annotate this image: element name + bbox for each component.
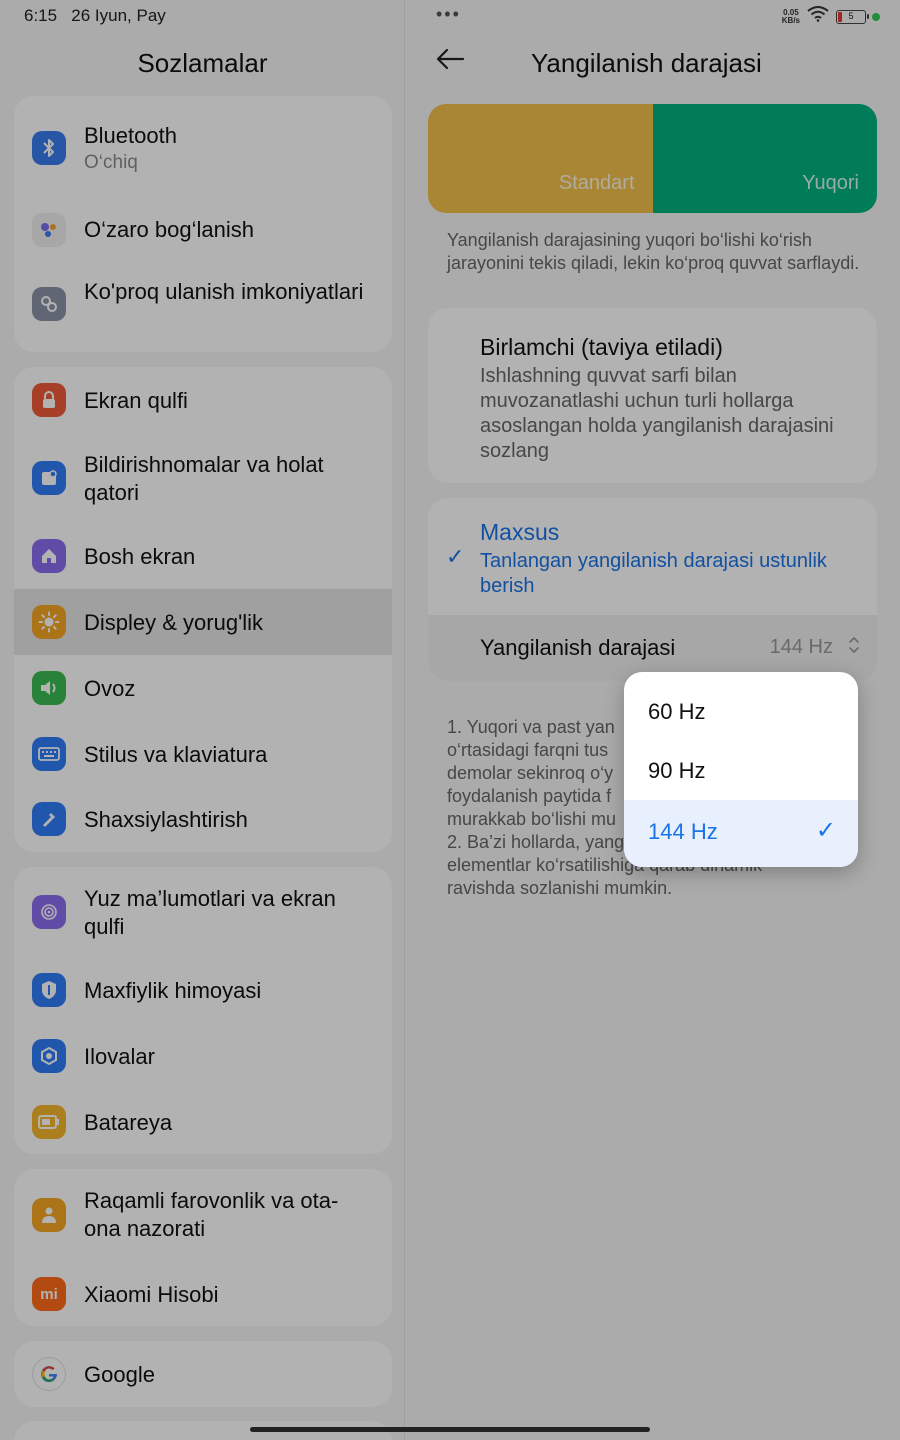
check-icon: ✓ bbox=[815, 817, 836, 844]
refresh-rate-dropdown: 60 Hz 90 Hz 144 Hz ✓ bbox=[624, 672, 858, 867]
dropdown-option-label: 144 Hz bbox=[648, 819, 718, 844]
dropdown-option-90hz[interactable]: 90 Hz bbox=[624, 741, 858, 800]
dropdown-option-144hz[interactable]: 144 Hz ✓ bbox=[624, 800, 858, 867]
home-indicator[interactable] bbox=[250, 1427, 650, 1432]
dropdown-option-60hz[interactable]: 60 Hz bbox=[624, 682, 858, 741]
dropdown-option-label: 90 Hz bbox=[648, 758, 706, 783]
dropdown-option-label: 60 Hz bbox=[648, 699, 706, 724]
